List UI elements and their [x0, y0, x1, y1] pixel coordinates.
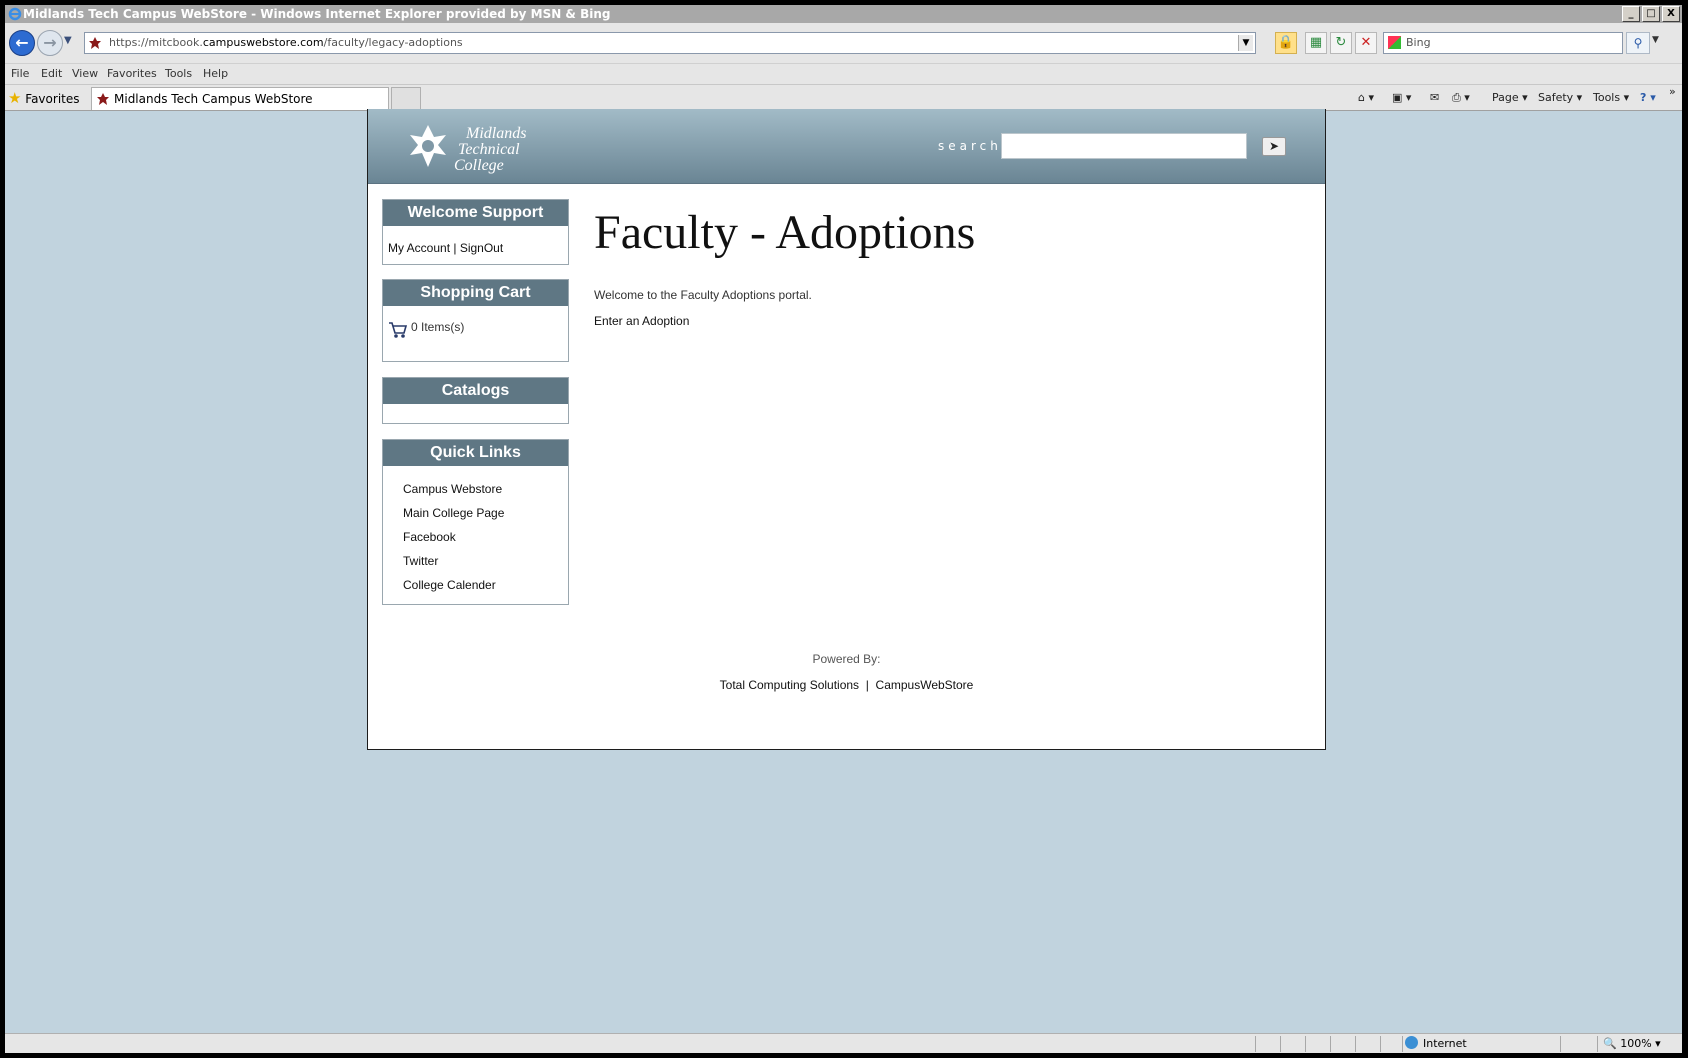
catalogs-box: Catalogs: [382, 377, 569, 424]
recent-pages-dropdown-icon[interactable]: ▼: [64, 35, 72, 46]
college-logo[interactable]: Midlands Technical College: [408, 121, 538, 175]
refresh-icon[interactable]: ↻: [1330, 32, 1352, 54]
search-options-dropdown-icon[interactable]: ▼: [1652, 35, 1659, 45]
mail-icon[interactable]: ✉: [1430, 85, 1439, 110]
svg-text:Technical: Technical: [458, 141, 520, 158]
catalogs-title: Catalogs: [383, 378, 568, 404]
window-title: Midlands Tech Campus WebStore - Windows …: [23, 7, 611, 21]
quick-link-facebook[interactable]: Facebook: [403, 530, 456, 544]
ie-logo-icon: [8, 7, 22, 21]
back-arrow-icon: ←: [15, 33, 29, 52]
quick-link-college-calender[interactable]: College Calender: [403, 578, 496, 592]
page-menu[interactable]: Page ▾: [1492, 85, 1528, 110]
url-text[interactable]: https://mitcbook.campuswebstore.com/facu…: [109, 33, 463, 53]
quick-link-campus-webstore[interactable]: Campus Webstore: [403, 482, 502, 496]
search-label: search: [938, 139, 1002, 153]
favorites-bar: ★ Favorites Midlands Tech Campus WebStor…: [5, 84, 1682, 111]
my-account-link[interactable]: My Account: [388, 241, 450, 255]
menu-tools[interactable]: Tools: [165, 64, 192, 84]
site-favicon-icon: [89, 37, 101, 49]
tab-active[interactable]: Midlands Tech Campus WebStore: [91, 87, 389, 110]
svg-text:College: College: [454, 157, 504, 174]
safety-menu[interactable]: Safety ▾: [1538, 85, 1582, 110]
svg-text:Midlands: Midlands: [465, 125, 526, 142]
search-box-placeholder: Bing: [1406, 36, 1431, 49]
search-box[interactable]: Bing: [1383, 32, 1623, 54]
forward-arrow-icon: →: [43, 33, 57, 52]
browser-window: Midlands Tech Campus WebStore - Windows …: [5, 5, 1682, 1053]
address-bar[interactable]: https://mitcbook.campuswebstore.com/facu…: [84, 32, 1256, 54]
menu-file[interactable]: File: [11, 64, 29, 84]
chevron-more-icon[interactable]: »: [1669, 79, 1676, 104]
site-search-input[interactable]: [1001, 133, 1247, 159]
address-dropdown-icon[interactable]: ▼: [1238, 35, 1253, 51]
security-zone[interactable]: Internet: [1405, 1034, 1467, 1053]
account-separator: |: [450, 241, 460, 255]
status-bar: Internet 🔍 100% ▾: [5, 1033, 1682, 1053]
title-bar: Midlands Tech Campus WebStore - Windows …: [5, 5, 1682, 23]
feeds-icon[interactable]: ▣ ▾: [1392, 85, 1411, 110]
star-icon: ★: [8, 89, 22, 107]
maximize-button[interactable]: □: [1642, 6, 1660, 22]
tools-menu[interactable]: Tools ▾: [1593, 85, 1629, 110]
powered-by-label: Powered By:: [812, 652, 881, 666]
minimize-button[interactable]: _: [1622, 6, 1640, 22]
quick-link-twitter[interactable]: Twitter: [403, 554, 438, 568]
footer-separator: |: [865, 678, 869, 692]
sign-out-link[interactable]: SignOut: [460, 241, 503, 255]
menu-help[interactable]: Help: [203, 64, 228, 84]
site-header: Midlands Technical College search ➤: [368, 109, 1325, 184]
favorites-label: Favorites: [25, 92, 80, 106]
help-icon[interactable]: ? ▾: [1640, 85, 1656, 110]
menu-bar: File Edit View Favorites Tools Help: [5, 63, 1682, 84]
tab-title: Midlands Tech Campus WebStore: [114, 92, 313, 106]
zoom-value: 100%: [1620, 1037, 1652, 1050]
quick-link-main-college-page[interactable]: Main College Page: [403, 506, 504, 520]
quick-links-box: Quick Links Campus Webstore Main College…: [382, 439, 569, 605]
new-tab-button[interactable]: [391, 87, 421, 110]
enter-adoption-link[interactable]: Enter an Adoption: [594, 314, 689, 328]
account-links: My Account | SignOut: [388, 241, 503, 255]
welcome-box: Welcome Support My Account | SignOut: [382, 199, 569, 265]
back-button[interactable]: ←: [9, 30, 35, 56]
total-computing-solutions-link[interactable]: Total Computing Solutions: [720, 678, 859, 692]
welcome-message: Welcome to the Faculty Adoptions portal.: [594, 288, 812, 302]
bing-icon: [1388, 36, 1401, 49]
welcome-box-title: Welcome Support: [383, 200, 568, 226]
address-toolbar: ← → ▼ https://mitcbook.campuswebstore.co…: [5, 23, 1682, 63]
shopping-cart-title: Shopping Cart: [383, 280, 568, 306]
page-title: Faculty - Adoptions: [594, 206, 976, 259]
zone-label: Internet: [1423, 1037, 1467, 1050]
quick-links-title: Quick Links: [383, 440, 568, 466]
forward-button[interactable]: →: [37, 30, 63, 56]
site-favicon-icon: [97, 93, 109, 105]
search-icon[interactable]: ⚲: [1626, 32, 1650, 54]
menu-favorites[interactable]: Favorites: [107, 64, 157, 84]
zoom-level[interactable]: 🔍 100% ▾: [1603, 1034, 1661, 1053]
close-button[interactable]: X: [1662, 6, 1680, 22]
lock-icon[interactable]: 🔒: [1275, 32, 1297, 54]
menu-view[interactable]: View: [72, 64, 98, 84]
shopping-cart-box: Shopping Cart 0 Items(s): [382, 279, 569, 362]
home-icon[interactable]: ⌂ ▾: [1358, 85, 1374, 110]
campuswebstore-link[interactable]: CampusWebStore: [876, 678, 974, 692]
print-icon[interactable]: ⎙ ▾: [1452, 85, 1470, 110]
search-submit-button[interactable]: ➤: [1262, 137, 1286, 156]
globe-icon: [1405, 1036, 1418, 1049]
compatibility-view-icon[interactable]: ▦: [1305, 32, 1327, 54]
shopping-cart-icon: [389, 322, 408, 338]
stop-icon[interactable]: ✕: [1355, 32, 1377, 54]
web-page: Midlands Technical College search ➤ Welc…: [367, 109, 1326, 750]
cart-items-count: 0 Items(s): [411, 320, 465, 334]
favorites-button[interactable]: ★ Favorites: [8, 88, 80, 108]
menu-edit[interactable]: Edit: [41, 64, 62, 84]
footer-links: Total Computing Solutions | CampusWebSto…: [368, 678, 1325, 692]
